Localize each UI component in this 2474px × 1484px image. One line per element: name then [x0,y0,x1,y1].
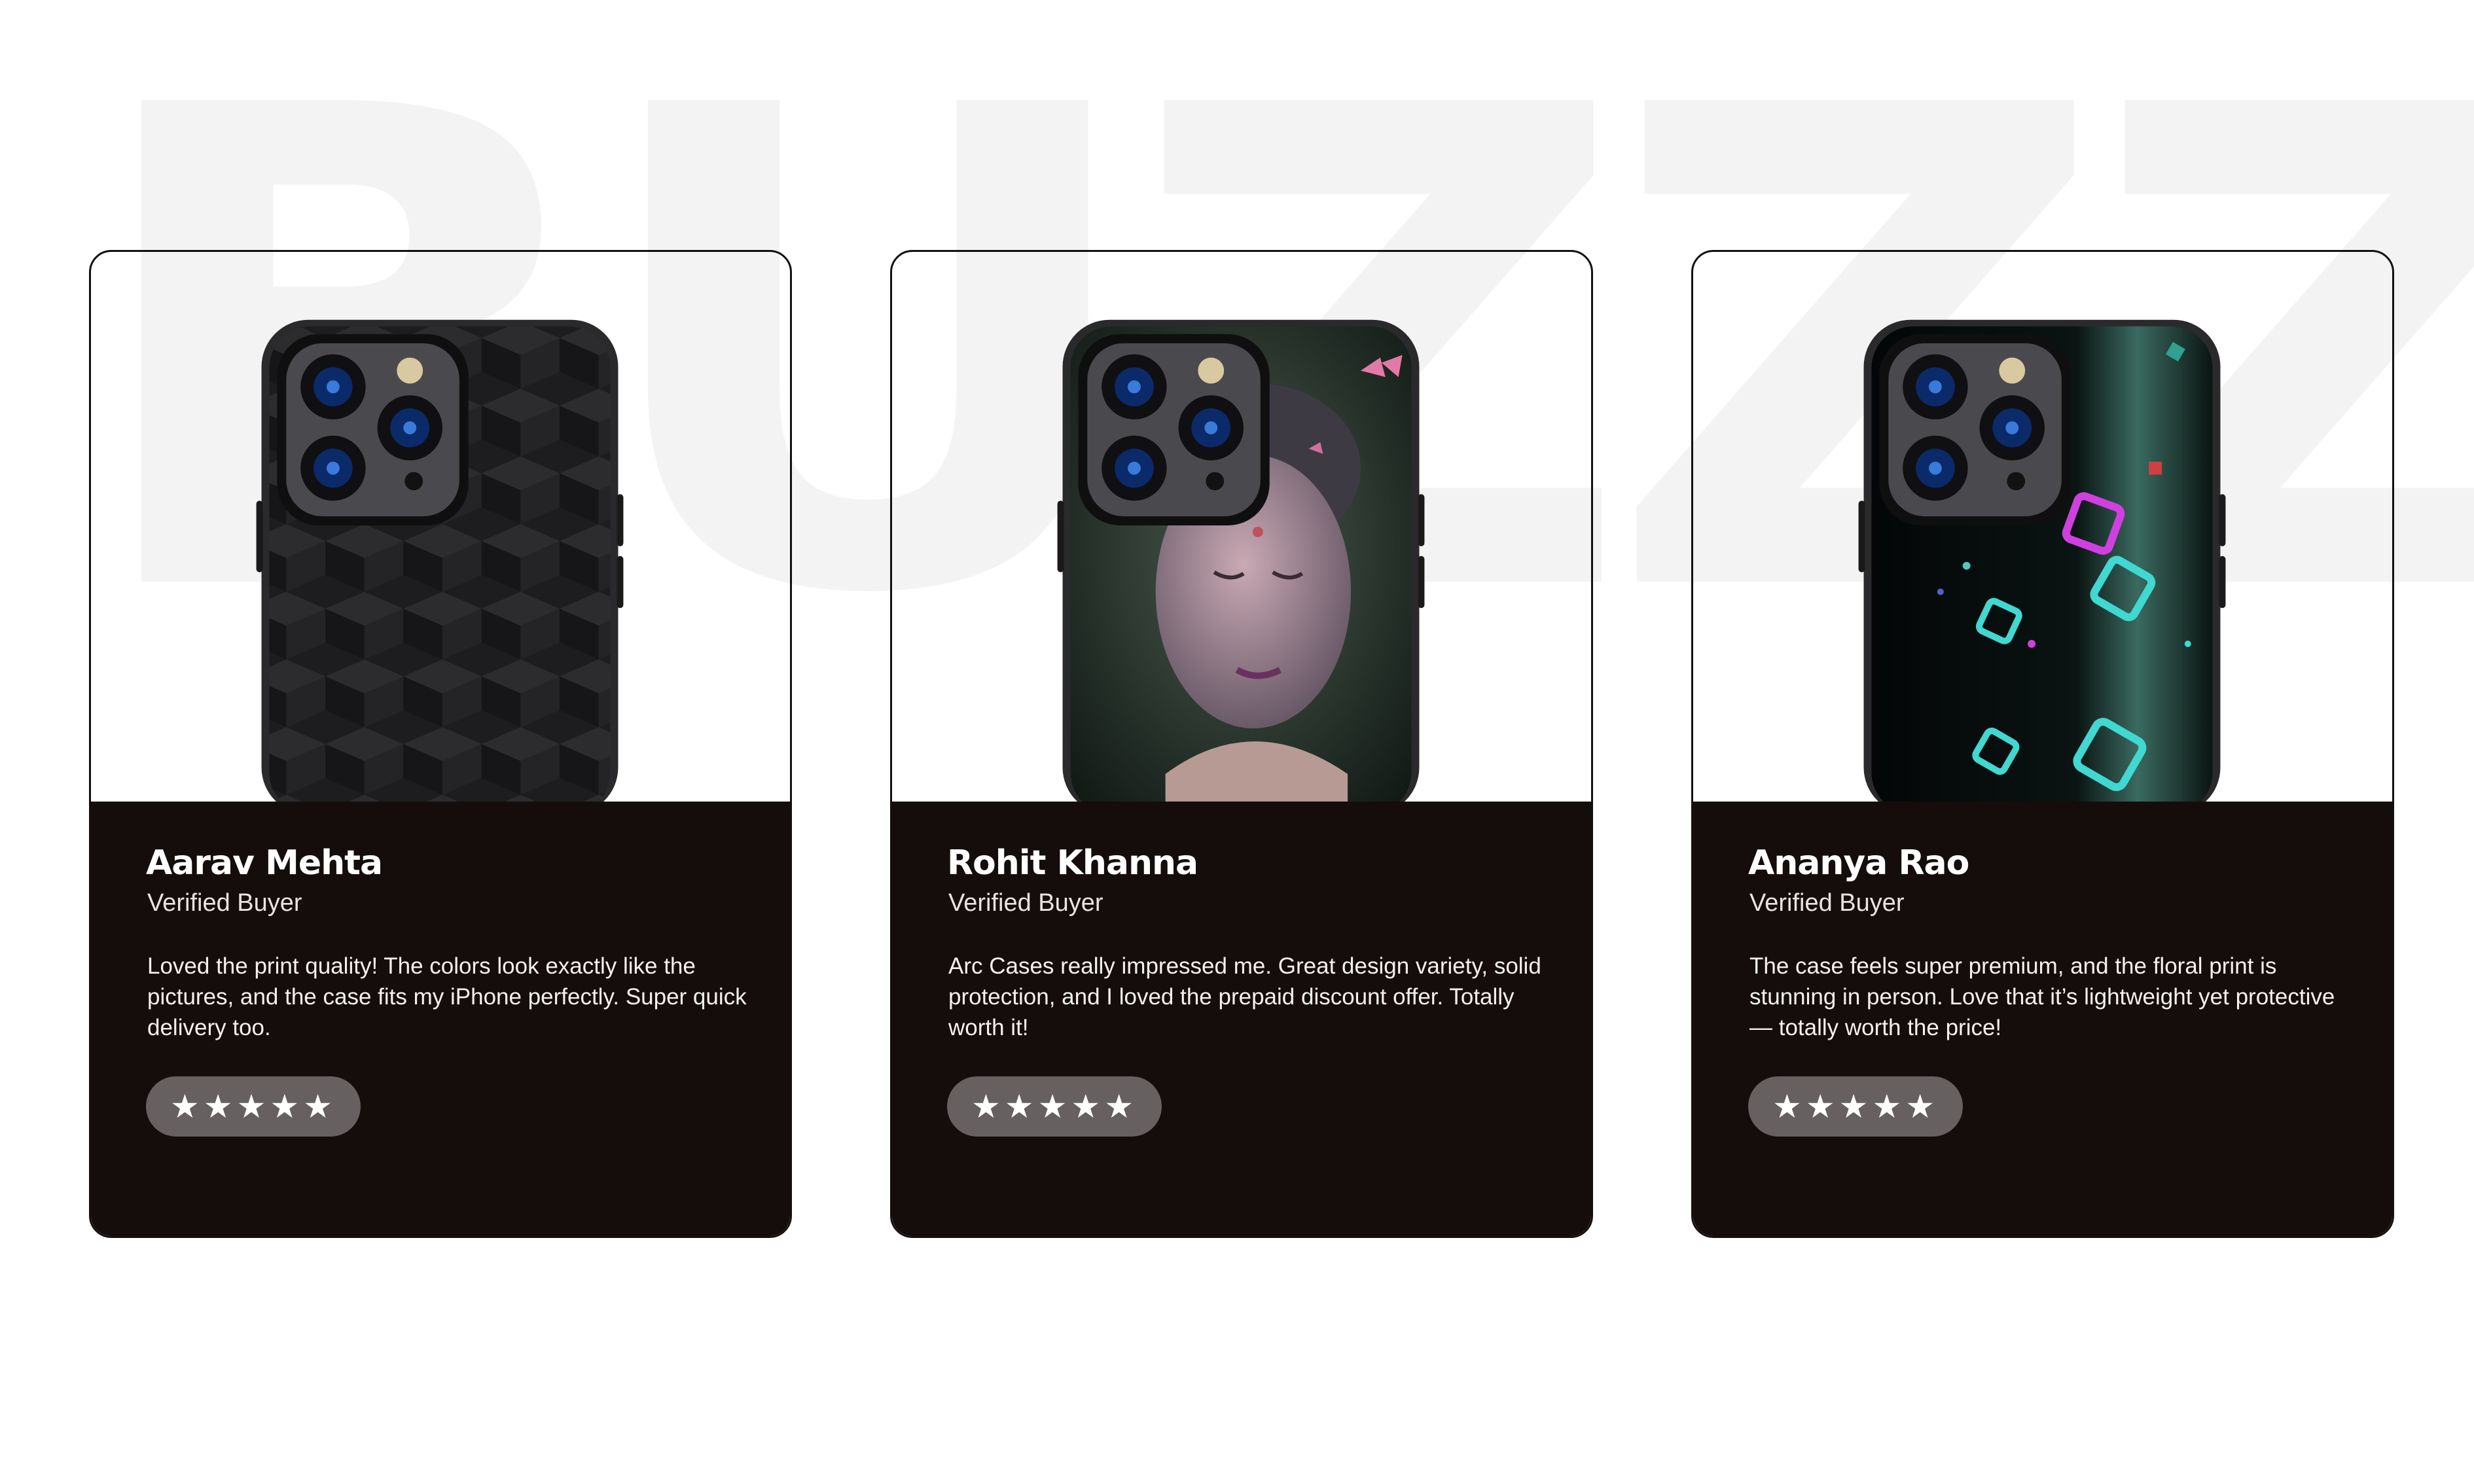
review-content: Ananya Rao Verified Buyer The case feels… [1693,802,2392,1236]
star-rating-badge: ★★★★★ [146,1076,361,1137]
review-card: Rohit Khanna Verified Buyer Arc Cases re… [890,250,1593,1238]
review-text: Arc Cases really impressed me. Great des… [948,953,1541,1040]
phone-case-neon-cubes-graphic [1858,319,2226,802]
phone-case-image [892,252,1591,802]
reviewer-status: Verified Buyer [1749,889,1905,917]
review-card: Ananya Rao Verified Buyer The case feels… [1691,250,2394,1238]
review-card: Aarav Mehta Verified Buyer Loved the pri… [89,250,792,1238]
star-rating-badge: ★★★★★ [947,1076,1162,1137]
reviewer-status: Verified Buyer [948,889,1103,917]
reviewer-name: Ananya Rao [1748,843,1969,883]
review-text: Loved the print quality! The colors look… [147,953,747,1040]
phone-case-buddha-graphic [1057,319,1425,802]
star-rating-badge: ★★★★★ [1748,1076,1963,1137]
review-content: Aarav Mehta Verified Buyer Loved the pri… [91,802,790,1236]
review-content: Rohit Khanna Verified Buyer Arc Cases re… [892,802,1591,1236]
reviewer-name: Aarav Mehta [146,843,383,883]
phone-case-image [1693,252,2392,802]
reviewer-name: Rohit Khanna [947,843,1198,883]
phone-case-image [91,252,790,802]
review-text: The case feels super premium, and the fl… [1749,953,2335,1040]
reviewer-status: Verified Buyer [147,889,302,917]
phone-case-geometric-graphic [256,319,624,802]
